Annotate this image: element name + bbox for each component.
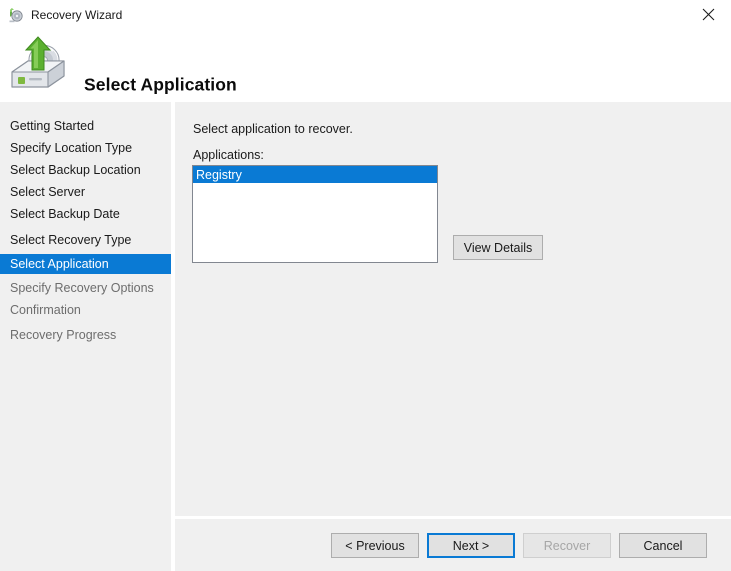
header-banner: Select Application [0,29,731,102]
close-icon[interactable] [686,0,731,29]
next-button[interactable]: Next > [427,533,515,558]
applications-listbox[interactable]: Registry [192,165,438,263]
recovery-disk-icon [8,7,24,23]
sidebar-item-specify-recovery-options: Specify Recovery Options [0,278,171,298]
sidebar-item-label: Specify Location Type [10,141,132,155]
sidebar-item-label: Specify Recovery Options [10,281,154,295]
sidebar-item-label: Confirmation [10,303,81,317]
applications-list-label: Applications: [193,148,264,162]
sidebar-item-label: Select Server [10,185,85,199]
sidebar-item-select-server[interactable]: Select Server [0,182,171,202]
wizard-button-bar: < Previous Next > Recover Cancel [175,519,731,571]
page-title: Select Application [84,75,237,96]
window-title: Recovery Wizard [31,7,122,23]
previous-button[interactable]: < Previous [331,533,419,558]
wizard-step-sidebar: Getting Started Specify Location Type Se… [0,102,171,571]
title-bar-left: Recovery Wizard [8,0,122,29]
sidebar-item-label: Select Backup Location [10,163,141,177]
recovery-wizard-window: Recovery Wizard [0,0,731,571]
recover-button: Recover [523,533,611,558]
sidebar-item-recovery-progress: Recovery Progress [0,325,171,345]
sidebar-item-label: Select Application [10,257,109,271]
list-item-label: Registry [196,168,242,182]
title-bar: Recovery Wizard [0,0,731,29]
sidebar-item-select-backup-location[interactable]: Select Backup Location [0,160,171,180]
sidebar-item-select-recovery-type[interactable]: Select Recovery Type [0,230,171,250]
sidebar-item-getting-started[interactable]: Getting Started [0,116,171,136]
sidebar-item-select-application[interactable]: Select Application [0,254,171,274]
hard-drive-restore-icon [8,34,70,92]
sidebar-item-label: Select Backup Date [10,207,120,221]
sidebar-item-label: Getting Started [10,119,94,133]
view-details-button[interactable]: View Details [453,235,543,260]
sidebar-item-label: Select Recovery Type [10,233,131,247]
sidebar-item-label: Recovery Progress [10,328,116,342]
sidebar-item-confirmation: Confirmation [0,300,171,320]
instruction-text: Select application to recover. [193,122,353,136]
sidebar-item-specify-location-type[interactable]: Specify Location Type [0,138,171,158]
sidebar-item-select-backup-date[interactable]: Select Backup Date [0,204,171,224]
list-item[interactable]: Registry [193,166,437,183]
content-panel: Select application to recover. Applicati… [175,102,731,516]
cancel-button[interactable]: Cancel [619,533,707,558]
